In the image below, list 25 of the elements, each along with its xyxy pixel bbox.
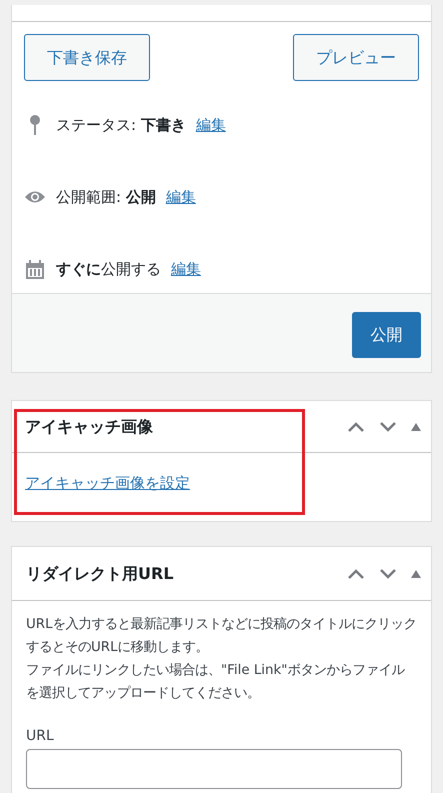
panel-title: アイキャッチ画像 <box>25 416 153 438</box>
preview-button[interactable]: プレビュー <box>293 34 419 81</box>
save-draft-button[interactable]: 下書き保存 <box>24 34 150 81</box>
description-text: ファイルにリンクしたい場合は、"File Link"ボタンからファイルを選択してアップロードしてください。 <box>26 662 406 703</box>
collapse-icon[interactable] <box>411 422 421 430</box>
publish-setting-text: ステータス: 下書き <box>56 114 186 136</box>
publish-button[interactable]: 公開 <box>352 312 421 358</box>
edit-link[interactable]: 編集 <box>166 186 196 208</box>
url-label: URL <box>26 727 54 746</box>
eye-icon <box>24 190 46 204</box>
collapse-icon[interactable] <box>411 570 421 578</box>
publish-setting-text: 公開範囲: 公開 <box>56 186 156 208</box>
set-featured-image-link[interactable]: アイキャッチ画像を設定 <box>25 474 190 492</box>
edit-link[interactable]: 編集 <box>196 114 226 136</box>
url-field[interactable] <box>26 749 402 789</box>
move-up-icon[interactable] <box>347 420 365 432</box>
description-text: URLを入力すると最新記事リストなどに投稿のタイトルにクリックするとそのURLに移動します。 <box>26 616 417 657</box>
publish-setting-text: すぐに公開する <box>56 258 161 280</box>
panel-title: リダイレクト用URL <box>26 562 174 584</box>
move-down-icon[interactable] <box>379 420 397 432</box>
move-up-icon[interactable] <box>347 568 365 580</box>
calendar-icon <box>25 260 45 278</box>
edit-link[interactable]: 編集 <box>171 258 201 280</box>
pin-icon <box>29 115 41 135</box>
move-down-icon[interactable] <box>379 568 397 580</box>
